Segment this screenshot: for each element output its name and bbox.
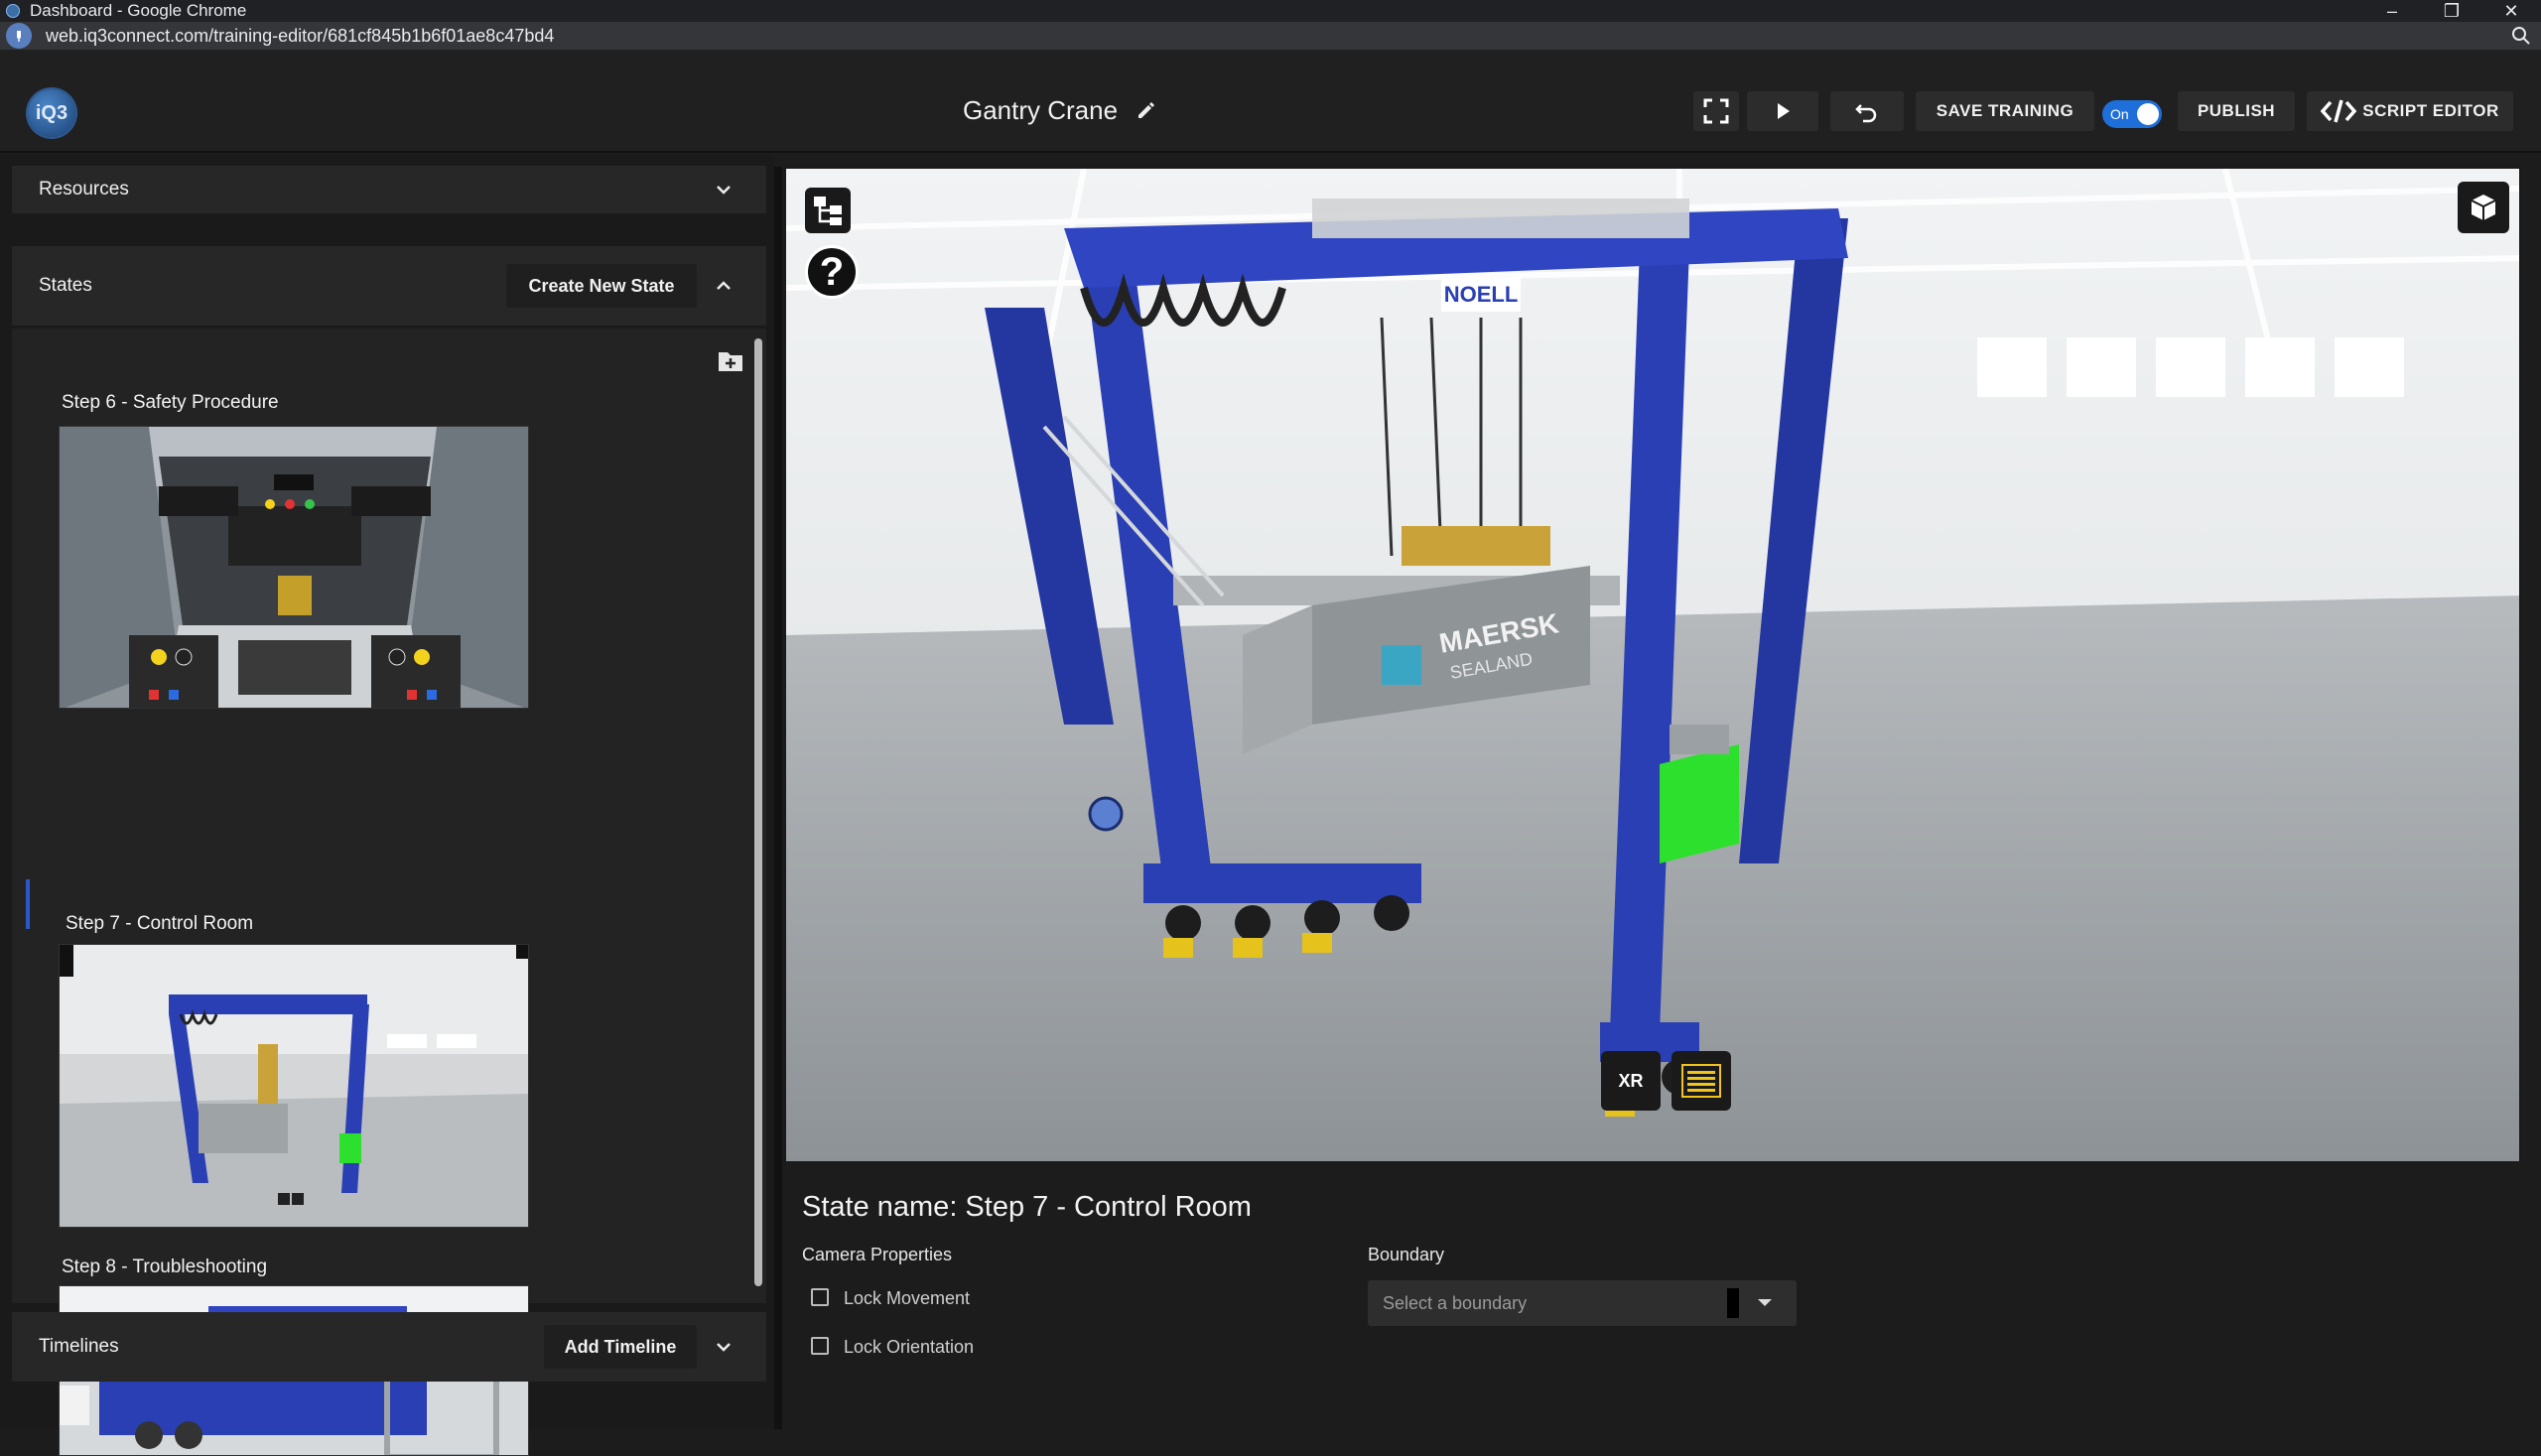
hierarchy-icon bbox=[814, 197, 842, 225]
script-editor-label: SCRIPT EDITOR bbox=[2362, 101, 2499, 120]
restore-icon[interactable]: ❐ bbox=[2422, 0, 2481, 22]
boundary-select[interactable]: Select a boundary bbox=[1368, 1280, 1797, 1326]
fullscreen-icon bbox=[1703, 98, 1729, 124]
state-thumbnail-step-6[interactable] bbox=[59, 426, 529, 709]
fullscreen-button[interactable] bbox=[1693, 91, 1739, 131]
site-info-icon[interactable] bbox=[6, 23, 32, 49]
play-icon bbox=[1778, 103, 1790, 119]
toggle-label: On bbox=[2110, 106, 2129, 122]
select-divider bbox=[1727, 1288, 1739, 1318]
help-button[interactable]: ? bbox=[805, 245, 859, 299]
lock-movement-label[interactable]: Lock Movement bbox=[844, 1288, 970, 1309]
scene-viewport[interactable]: NOELL MAERSK SEALAND ? XR bbox=[784, 167, 2521, 1163]
dropdown-caret-icon[interactable] bbox=[1758, 1299, 1772, 1306]
states-title: States bbox=[39, 275, 92, 296]
states-scrollbar[interactable] bbox=[753, 329, 763, 1296]
left-panel: Resources States Create New State Step 6… bbox=[0, 155, 774, 1456]
states-section-header: States Create New State bbox=[12, 246, 766, 326]
training-title-text: Gantry Crane bbox=[963, 94, 1119, 125]
chevron-down-icon[interactable] bbox=[713, 179, 735, 200]
app-header: iQ3 Gantry Crane SAVE TRAINING On PUBLIS… bbox=[0, 50, 2541, 153]
lock-orientation-label[interactable]: Lock Orientation bbox=[844, 1337, 974, 1358]
cabin-interior-image bbox=[60, 427, 528, 708]
app-favicon-icon bbox=[6, 4, 20, 18]
states-list: Step 6 - Safety Procedure Step 7 - Contr… bbox=[12, 329, 766, 1456]
resources-title: Resources bbox=[39, 179, 129, 199]
state-name-heading: State name: Step 7 - Control Room bbox=[802, 1191, 1252, 1223]
create-new-state-button[interactable]: Create New State bbox=[506, 264, 697, 308]
timelines-title: Timelines bbox=[39, 1336, 119, 1357]
crane-brand-text: NOELL bbox=[1444, 282, 1519, 307]
gantry-crane-scene: NOELL MAERSK SEALAND bbox=[786, 169, 2519, 1161]
state-label-step-7[interactable]: Step 7 - Control Room bbox=[66, 913, 253, 935]
active-state-marker bbox=[26, 879, 30, 929]
scrollbar-thumb[interactable] bbox=[754, 338, 762, 1286]
play-button[interactable] bbox=[1747, 91, 1818, 131]
live-toggle[interactable]: On bbox=[2102, 100, 2162, 128]
lock-movement-checkbox[interactable] bbox=[811, 1288, 829, 1306]
boundary-placeholder: Select a boundary bbox=[1383, 1293, 1528, 1313]
save-training-button[interactable]: SAVE TRAINING bbox=[1916, 91, 2094, 131]
step-list-button[interactable] bbox=[1672, 1051, 1731, 1111]
toggle-knob bbox=[2137, 103, 2159, 125]
camera-properties-title: Camera Properties bbox=[802, 1245, 953, 1264]
edit-title-pencil-icon[interactable] bbox=[1136, 99, 1157, 121]
state-label-step-6[interactable]: Step 6 - Safety Procedure bbox=[62, 392, 279, 414]
window-title: Dashboard - Google Chrome bbox=[30, 1, 247, 20]
url-text[interactable]: web.iq3connect.com/training-editor/681cf… bbox=[46, 26, 554, 47]
boundary-title: Boundary bbox=[1368, 1245, 1445, 1264]
address-bar[interactable]: web.iq3connect.com/training-editor/681cf… bbox=[0, 22, 2541, 50]
code-icon bbox=[2321, 99, 2357, 123]
state-thumbnail-step-7[interactable] bbox=[59, 944, 529, 1228]
logo-text: iQ3 bbox=[35, 101, 68, 124]
minimize-icon[interactable]: – bbox=[2362, 0, 2422, 22]
state-label-step-8[interactable]: Step 8 - Troubleshooting bbox=[62, 1257, 267, 1278]
list-icon bbox=[1681, 1064, 1721, 1098]
panel-divider[interactable] bbox=[774, 167, 782, 1429]
app-logo[interactable]: iQ3 bbox=[28, 89, 75, 137]
add-folder-icon[interactable] bbox=[717, 348, 744, 374]
training-title: Gantry Crane bbox=[963, 93, 1157, 127]
resources-section-header[interactable]: Resources bbox=[12, 166, 766, 213]
view-cube-button[interactable] bbox=[2458, 182, 2509, 233]
xr-button[interactable]: XR bbox=[1601, 1051, 1661, 1111]
timelines-section-header: Timelines Add Timeline bbox=[12, 1312, 766, 1382]
crane-overview-image bbox=[60, 945, 528, 1227]
script-editor-button[interactable]: SCRIPT EDITOR bbox=[2307, 91, 2513, 131]
hierarchy-toggle-button[interactable] bbox=[805, 188, 851, 233]
cube-icon bbox=[2471, 195, 2496, 220]
browser-title-bar: Dashboard - Google Chrome – ❐ ✕ bbox=[0, 0, 2541, 22]
zoom-icon[interactable] bbox=[2511, 26, 2531, 46]
close-icon[interactable]: ✕ bbox=[2481, 0, 2541, 22]
undo-button[interactable] bbox=[1830, 91, 1904, 131]
undo-icon bbox=[1855, 104, 1877, 123]
state-properties-panel: State name: Step 7 - Control Room Camera… bbox=[784, 1171, 2521, 1429]
timelines-chevron-down-icon[interactable] bbox=[713, 1336, 735, 1358]
chevron-up-icon[interactable] bbox=[713, 275, 735, 297]
add-timeline-button[interactable]: Add Timeline bbox=[544, 1325, 697, 1369]
publish-button[interactable]: PUBLISH bbox=[2178, 91, 2295, 131]
lock-orientation-checkbox[interactable] bbox=[811, 1337, 829, 1355]
